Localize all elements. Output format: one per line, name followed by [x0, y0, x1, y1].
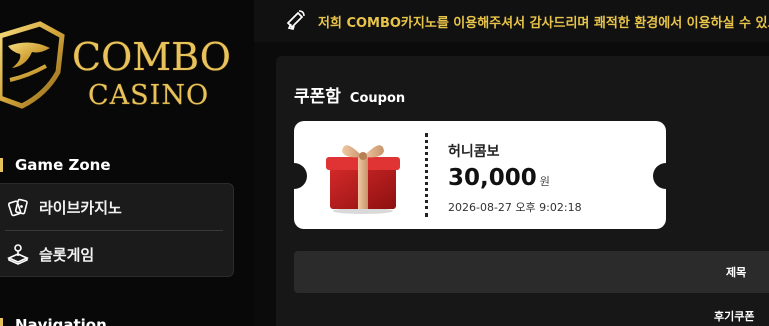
section-title-navigation-label: Navigation	[15, 316, 107, 326]
coupon-name: 허니콤보	[448, 144, 500, 160]
sidebar-item-slot-game[interactable]: 슬롯게임	[0, 231, 233, 277]
coupon-panel: 쿠폰함 Coupon 허니콤보 30,000 원 2026-08-27 오후 9…	[276, 56, 769, 326]
section-accent-bar	[0, 318, 3, 326]
coupon-date: 2026-08-27 오후 9:02:18	[448, 201, 582, 214]
coupon-card[interactable]: 허니콤보 30,000 원 2026-08-27 오후 9:02:18	[281, 121, 679, 229]
game-zone-menu: 라이브카지노 슬롯게임	[0, 183, 234, 277]
coupon-amount-value: 30,000	[448, 165, 537, 191]
page-title: 쿠폰함	[294, 87, 341, 107]
sidebar-item-live-casino[interactable]: 라이브카지노	[0, 184, 233, 230]
app-root: COMBO CASINO Game Zone 라이브카지노 슬롯게임 Navig…	[0, 0, 769, 326]
coupon-notch-right	[653, 163, 679, 189]
sidebar-item-label: 라이브카지노	[39, 198, 122, 217]
section-title-navigation: Navigation	[0, 316, 107, 326]
coupon-table-header: 제목	[294, 251, 769, 293]
coupon-amount: 30,000 원	[448, 165, 550, 191]
section-accent-bar	[0, 158, 3, 172]
coupon-notch-left	[281, 163, 307, 189]
page-subtitle: Coupon	[349, 91, 406, 106]
logo-emblem-icon	[0, 21, 65, 109]
sidebar-item-label: 슬롯게임	[39, 245, 95, 264]
page-title-row: 쿠폰함 Coupon	[294, 82, 405, 107]
megaphone-icon	[284, 9, 306, 31]
logo-wordmark: COMBO CASINO	[72, 38, 231, 109]
gift-box-icon	[324, 135, 402, 215]
joystick-icon	[7, 243, 29, 265]
cards-icon	[7, 196, 29, 218]
coupon-divider	[425, 133, 428, 217]
logo[interactable]: COMBO CASINO	[0, 14, 231, 114]
section-title-game-zone-label: Game Zone	[15, 156, 111, 174]
sidebar: COMBO CASINO Game Zone 라이브카지노 슬롯게임 Navig…	[0, 0, 254, 326]
coupon-amount-unit: 원	[539, 175, 550, 188]
logo-line1: COMBO	[72, 35, 231, 79]
section-title-game-zone: Game Zone	[0, 156, 111, 174]
logo-line2: CASINO	[88, 80, 210, 111]
notice-text: 저희 COMBO카지노를 이용해주셔서 감사드리며 쾌적한 환경에서 이용하실 …	[318, 16, 769, 31]
column-header-title: 제목	[726, 266, 747, 279]
notice-bar: 저희 COMBO카지노를 이용해주셔서 감사드리며 쾌적한 환경에서 이용하실 …	[254, 0, 769, 42]
table-row-title[interactable]: 후기쿠폰	[714, 308, 754, 324]
